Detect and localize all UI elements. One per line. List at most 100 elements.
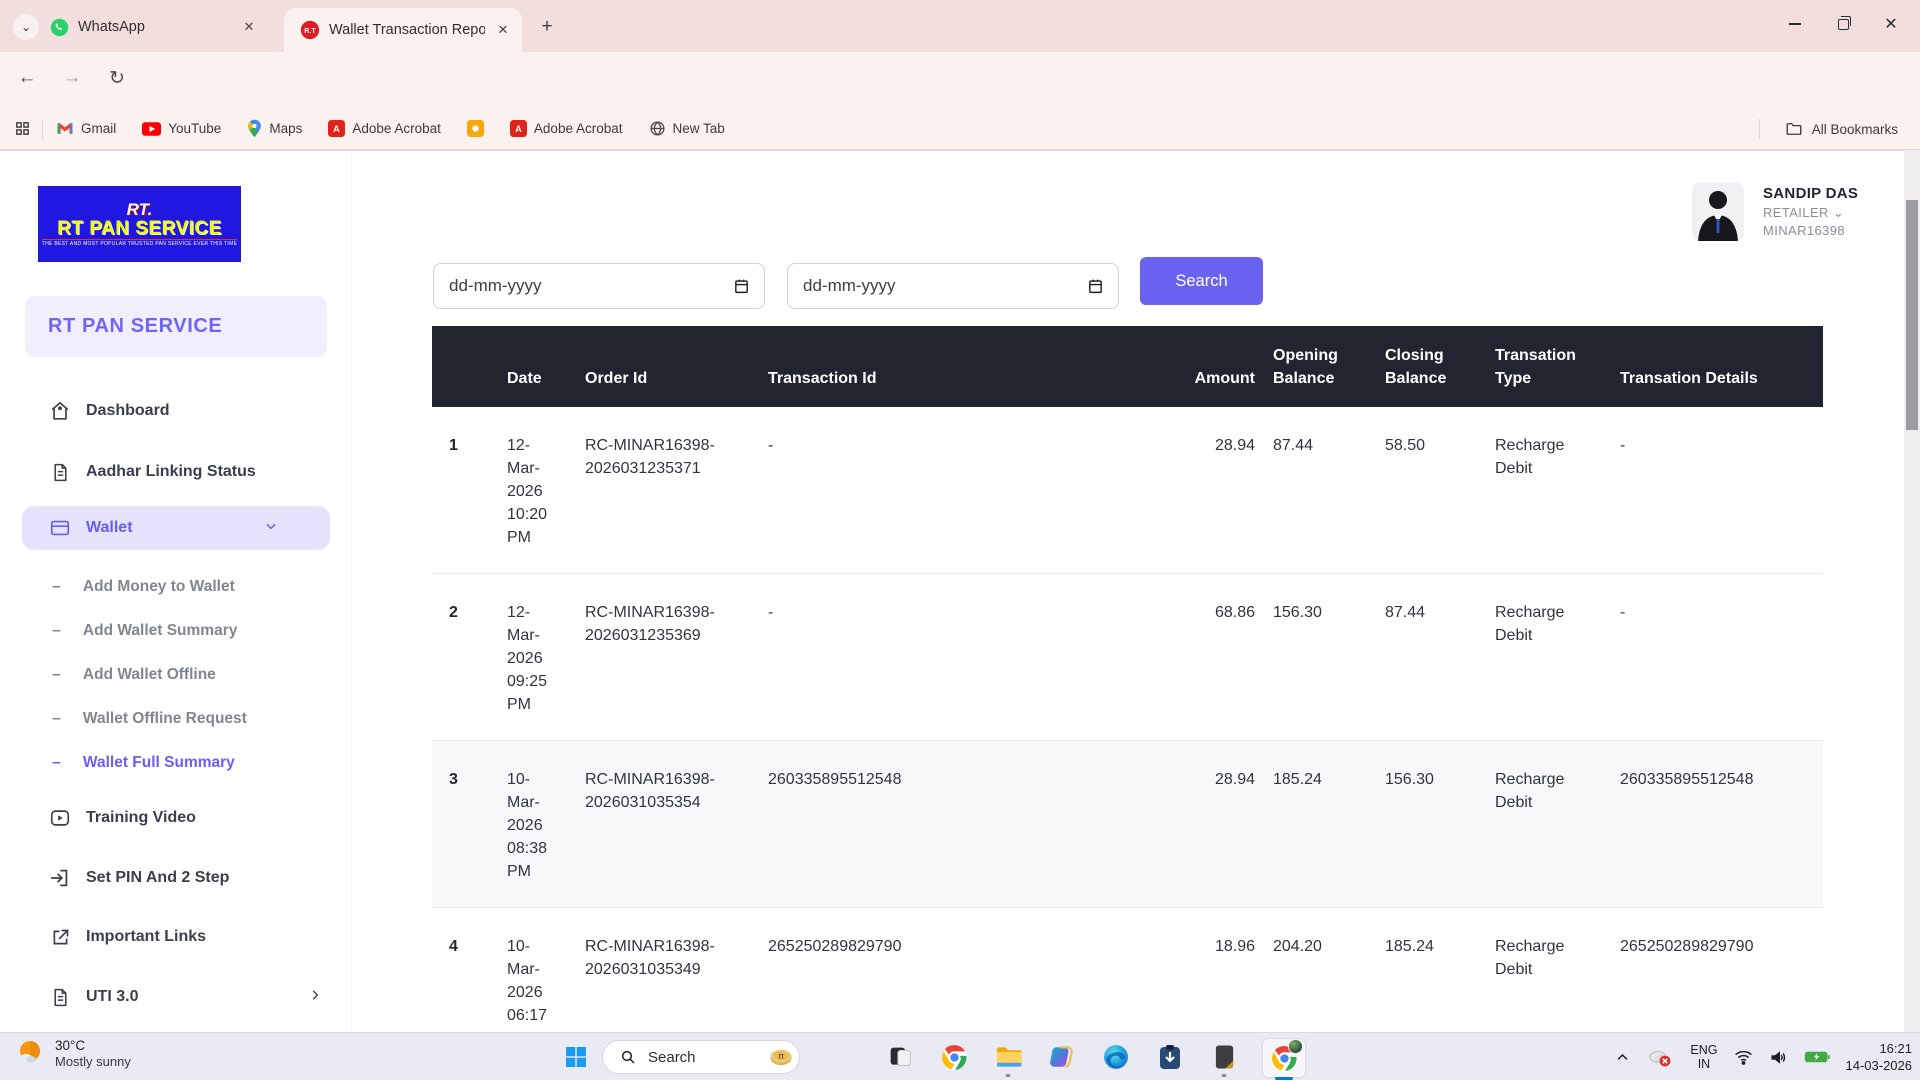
date-to-input[interactable] [803, 276, 1087, 296]
window-maximize-button[interactable] [1836, 19, 1850, 30]
table-body: 112-Mar-2026 10:20 PMRC-MINAR16398-20260… [432, 407, 1823, 1075]
language-indicator[interactable]: ENG IN [1690, 1043, 1717, 1071]
sidebar-item-add-money-to-wallet[interactable]: –Add Money to Wallet [0, 565, 352, 609]
chevron-down-icon: ⌄ [1833, 205, 1844, 220]
table-cell: 260335895512548 [752, 741, 1052, 908]
dash-bullet-icon: – [52, 754, 61, 772]
start-button[interactable] [560, 1041, 592, 1073]
search-button[interactable]: Search [1140, 257, 1263, 305]
table-row: 310-Mar-2026 08:38 PMRC-MINAR16398-20260… [432, 741, 1823, 908]
calendar-icon[interactable] [1087, 277, 1104, 295]
all-bookmarks-button[interactable]: All Bookmarks [1785, 108, 1898, 150]
bookmark-item-maps[interactable]: Maps [247, 119, 302, 138]
user-info[interactable]: SANDIP DAS RETAILER ⌄ MINAR16398 [1692, 182, 1858, 241]
wifi-icon[interactable] [1734, 1049, 1753, 1065]
dash-bullet-icon: – [52, 622, 61, 640]
taskbar-app-notepad[interactable] [1208, 1035, 1240, 1079]
youtube-icon [142, 122, 161, 136]
whatsapp-icon [50, 18, 69, 37]
table-cell: 28.94 [1052, 741, 1257, 908]
table-cell: 10-Mar-2026 08:38 PM [487, 741, 569, 908]
home-icon [48, 400, 72, 422]
logo-main-text: RT PAN SERVICE [57, 218, 222, 239]
column-header: Date [487, 326, 569, 407]
sidebar-item-training-video[interactable]: Training Video [0, 796, 352, 840]
sidebar-item-dashboard[interactable]: Dashboard [0, 389, 352, 433]
sidebar-item-add-wallet-summary[interactable]: –Add Wallet Summary [0, 609, 352, 653]
sidebar-item-wallet[interactable]: Wallet [22, 506, 330, 550]
reload-icon[interactable]: ↻ [104, 67, 130, 90]
forward-icon[interactable]: → [59, 67, 85, 89]
taskbar-app-chrome-active[interactable] [1262, 1038, 1306, 1078]
video-icon [48, 807, 72, 829]
sidebar-item-label: Wallet [86, 519, 133, 537]
taskbar-search[interactable]: Search π [602, 1040, 800, 1074]
apps-grid-icon[interactable] [14, 120, 31, 137]
user-meta: SANDIP DAS RETAILER ⌄ MINAR16398 [1763, 182, 1858, 241]
search-highlight-pie-icon: π [768, 1044, 794, 1070]
sidebar-item-wallet-offline-request[interactable]: –Wallet Offline Request [0, 697, 352, 741]
table-cell: - [752, 407, 1052, 574]
sidebar-item-wallet-full-summary[interactable]: –Wallet Full Summary [0, 741, 352, 785]
date-from-input[interactable] [449, 276, 733, 296]
taskbar-app-chrome[interactable] [938, 1035, 970, 1079]
sidebar-item-aadhar-linking-status[interactable]: Aadhar Linking Status [0, 450, 352, 494]
sidebar-item-label: Set PIN And 2 Step [86, 869, 229, 887]
column-header: Transaction Id [752, 326, 1052, 407]
table-cell: 87.44 [1257, 407, 1369, 574]
tab-wallet-transaction-report[interactable]: R.T Wallet Transaction Report ✕ [284, 8, 522, 52]
table-row: 212-Mar-2026 09:25 PMRC-MINAR16398-20260… [432, 574, 1823, 741]
bookmark-item-gmail[interactable]: Gmail [56, 121, 116, 136]
bookmark-item-youtube[interactable]: YouTube [142, 121, 221, 136]
taskbar-app-copilot[interactable] [1046, 1035, 1078, 1079]
bookmark-label: New Tab [673, 121, 725, 136]
table-cell: 58.50 [1369, 407, 1479, 574]
bookmark-item-adobe-acrobat[interactable]: AAdobe Acrobat [328, 120, 441, 137]
tray-chevron-up-icon[interactable] [1615, 1050, 1630, 1065]
user-role[interactable]: RETAILER ⌄ [1763, 205, 1858, 221]
window-minimize-button[interactable] [1788, 23, 1802, 25]
bookmarks-bar: Gmail YouTube Maps AAdobe Acrobat AAdobe Acr… [0, 108, 1920, 150]
table-cell: 12-Mar-2026 09:25 PM [487, 574, 569, 741]
profile-badge [1288, 1039, 1303, 1054]
chrome-icon [941, 1044, 968, 1071]
table-cell: Recharge Debit [1479, 741, 1604, 908]
page-scrollbar[interactable] [1904, 150, 1920, 1032]
column-header: Transation Type [1479, 326, 1604, 407]
sidebar-item-uti-3-0[interactable]: UTI 3.0 [0, 975, 352, 1019]
back-icon[interactable]: ← [14, 67, 40, 89]
bookmark-item-new-tab[interactable]: New Tab [649, 120, 725, 137]
scrollbar-thumb[interactable] [1906, 200, 1918, 430]
acrobat-icon: A [510, 120, 527, 137]
tab-close-icon[interactable]: ✕ [240, 18, 258, 36]
taskbar-app-file-explorer[interactable] [992, 1035, 1024, 1079]
bookmark-label: Maps [269, 121, 302, 136]
onedrive-error-icon[interactable] [1646, 1045, 1674, 1069]
taskbar-app-task-view[interactable] [884, 1035, 916, 1079]
window-close-button[interactable]: ✕ [1884, 14, 1898, 34]
tab-whatsapp[interactable]: WhatsApp ✕ [50, 12, 268, 42]
sidebar-nav: Dashboard Aadhar Linking Status Wallet –Add… [0, 389, 352, 1019]
new-tab-button[interactable]: + [536, 16, 558, 38]
sidebar-item-set-pin-and-2-step[interactable]: Set PIN And 2 Step [0, 856, 352, 900]
taskbar-weather-widget[interactable]: 30°C Mostly sunny [14, 1037, 131, 1069]
taskbar-clock[interactable]: 16:21 14-03-2026 [1846, 1040, 1913, 1074]
sidebar-item-important-links[interactable]: Important Links [0, 915, 352, 959]
battery-icon[interactable] [1804, 1050, 1830, 1064]
bookmark-item-adobe-acrobat[interactable]: AAdobe Acrobat [510, 120, 623, 137]
tab-close-icon[interactable]: ✕ [494, 21, 512, 39]
taskbar-app-edge[interactable] [1100, 1035, 1132, 1079]
date-to-field[interactable] [787, 263, 1119, 309]
date-from-field[interactable] [433, 263, 765, 309]
sidebar-item-label: Dashboard [86, 402, 170, 420]
taskbar-app-installer[interactable] [1154, 1035, 1186, 1079]
calendar-icon[interactable] [733, 277, 750, 295]
sidebar-item-add-wallet-offline[interactable]: –Add Wallet Offline [0, 653, 352, 697]
volume-icon[interactable] [1769, 1049, 1788, 1066]
tab-title: WhatsApp [78, 19, 231, 35]
running-indicator [1222, 1074, 1227, 1077]
bookmark-item[interactable] [467, 120, 484, 137]
site-logo[interactable]: RT. RT PAN SERVICE THE BEST AND MOST POP… [38, 186, 241, 262]
external-link-icon [48, 927, 72, 948]
tab-search-button[interactable]: ⌄ [13, 14, 39, 40]
